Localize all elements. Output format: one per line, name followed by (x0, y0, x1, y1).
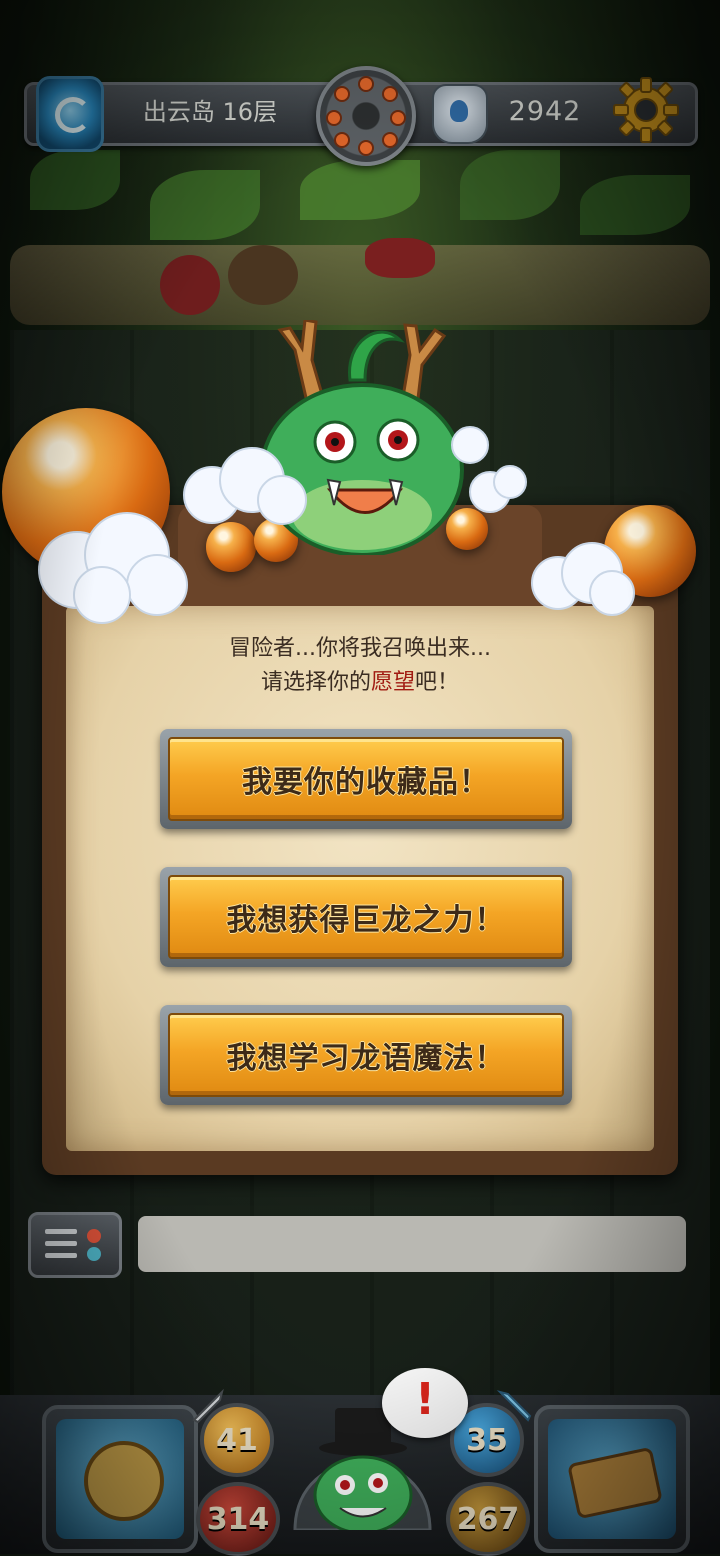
key-icon (432, 84, 488, 144)
dialog-text-line2: 请选择你的愿望吧！ (66, 664, 654, 696)
cloud-icon (531, 542, 635, 616)
floor-label: 出云岛 16层 (142, 98, 278, 126)
alert-icon: ! (414, 1374, 436, 1425)
coin-count: 2942 (508, 96, 582, 127)
option-button-dragon-power[interactable]: 我想获得巨龙之力！ (160, 867, 572, 967)
hp-stat: 314 (196, 1482, 280, 1556)
enemy-sprite (160, 255, 220, 315)
inventory-slot[interactable] (534, 1405, 690, 1553)
cloud-icon (183, 447, 307, 525)
settings-button[interactable] (612, 76, 680, 144)
enemy-sprite (365, 238, 435, 278)
portal-icon[interactable] (36, 76, 104, 152)
cloud-icon (38, 512, 188, 624)
option-button-dragon-magic[interactable]: 我想学习龙语魔法！ (160, 1005, 572, 1105)
scroll-book-icon (548, 1419, 676, 1539)
dialog-text-suffix: 吧！ (415, 670, 460, 695)
dialog-text-highlight: 愿望 (370, 670, 415, 695)
menu-dot-icon (87, 1229, 101, 1243)
menu-dot-icon (87, 1247, 101, 1261)
dirt-path (10, 245, 710, 325)
equipment-slot[interactable] (42, 1405, 198, 1553)
jungle-leaf (580, 175, 690, 235)
attack-stat: 41 (200, 1403, 274, 1477)
jungle-leaf (30, 150, 120, 210)
menu-icon (45, 1241, 77, 1246)
menu-icon (45, 1253, 77, 1258)
cloud-icon (451, 426, 527, 513)
jungle-leaf (460, 150, 560, 220)
option-label: 我想获得巨龙之力！ (226, 903, 506, 938)
jungle-leaf (150, 170, 260, 240)
chat-input[interactable] (138, 1216, 686, 1272)
dialog-text-prefix: 请选择你的 (260, 670, 371, 695)
jungle-leaf (300, 160, 420, 220)
option-label: 我想学习龙语魔法！ (226, 1041, 506, 1076)
gold-stat: 267 (446, 1482, 530, 1556)
compass-icon[interactable] (316, 66, 416, 166)
option-label: 我要你的收藏品！ (242, 765, 490, 800)
option-button-collection[interactable]: 我要你的收藏品！ (160, 729, 572, 829)
compass-shield-icon (56, 1419, 184, 1539)
menu-button[interactable] (28, 1212, 122, 1278)
menu-icon (45, 1229, 77, 1234)
dialog-text-line1: 冒险者...你将我召唤出来... (229, 636, 491, 661)
alert-bubble[interactable]: ! (382, 1368, 468, 1438)
enemy-sprite (228, 245, 298, 305)
gear-icon (613, 77, 679, 143)
